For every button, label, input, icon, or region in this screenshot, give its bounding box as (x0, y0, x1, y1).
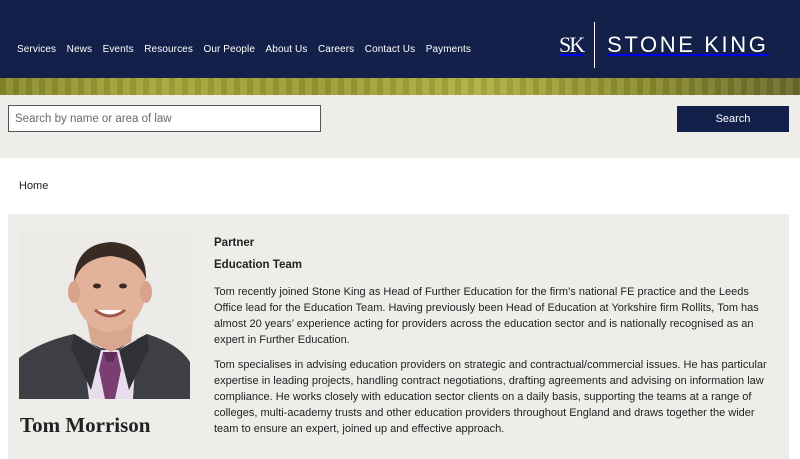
person-name: Tom Morrison (20, 413, 151, 437)
nav-services[interactable]: Services (17, 44, 56, 55)
logo-wordmark: STONE KING (607, 32, 769, 57)
nav-events[interactable]: Events (103, 44, 134, 55)
logo-mark: SK (559, 32, 585, 57)
breadcrumb: Home (19, 180, 48, 192)
header-banner-image (0, 78, 800, 95)
profile-details: Partner Education Team Tom recently join… (214, 237, 780, 437)
site-header: Services News Events Resources Our Peopl… (0, 0, 800, 78)
portrait-image (19, 230, 190, 399)
search-bar: Search (0, 95, 800, 158)
team-name: Education Team (214, 259, 302, 271)
nav-contact-us[interactable]: Contact Us (365, 44, 415, 55)
search-input[interactable] (8, 105, 321, 132)
search-button[interactable]: Search (677, 106, 789, 132)
site-logo[interactable]: SK STONE KING (559, 22, 768, 68)
profile-photo (19, 230, 190, 399)
nav-payments[interactable]: Payments (426, 44, 471, 55)
job-title: Partner (214, 237, 255, 249)
bio-paragraph: Tom specialises in advising education pr… (214, 359, 767, 435)
nav-about-us[interactable]: About Us (266, 44, 308, 55)
bio-paragraph: Tom recently joined Stone King as Head o… (214, 286, 759, 346)
nav-news[interactable]: News (67, 44, 92, 55)
main-nav: Services News Events Resources Our Peopl… (17, 44, 481, 55)
logo-divider (594, 22, 596, 68)
nav-careers[interactable]: Careers (318, 44, 354, 55)
nav-our-people[interactable]: Our People (203, 44, 255, 55)
profile-card: Tom Morrison Partner Education Team Tom … (8, 214, 789, 459)
nav-resources[interactable]: Resources (144, 44, 193, 55)
breadcrumb-home[interactable]: Home (19, 180, 48, 192)
